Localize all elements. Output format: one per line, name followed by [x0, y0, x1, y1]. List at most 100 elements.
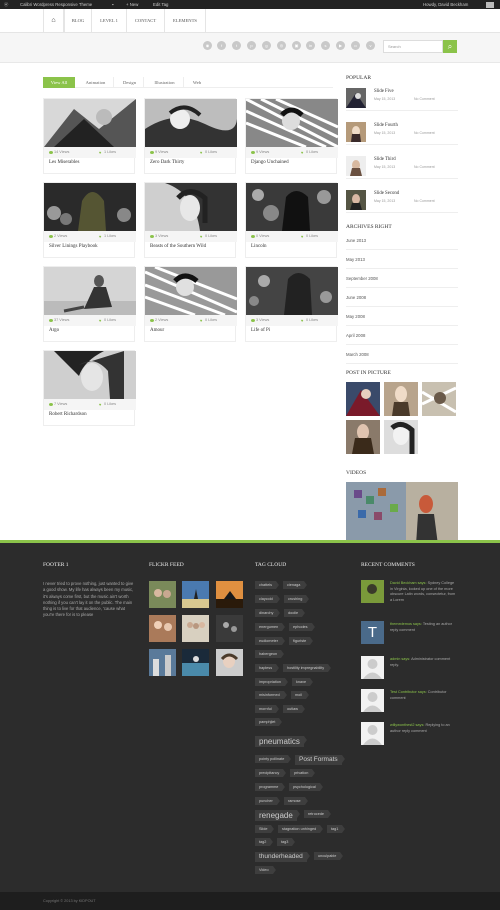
facebook-icon[interactable]: f: [217, 41, 226, 50]
comment-author[interactable]: admin says:: [390, 657, 410, 661]
heart-icon[interactable]: ♥: [200, 147, 202, 158]
tag-link[interactable]: ramose: [284, 797, 308, 805]
tag-link[interactable]: precipitancy: [255, 769, 287, 777]
twitter-icon[interactable]: t: [232, 41, 241, 50]
wordpress-icon[interactable]: ⓦ: [4, 0, 8, 9]
pinterest-icon[interactable]: p: [247, 41, 256, 50]
tag-link[interactable]: outlaw: [283, 705, 305, 713]
portfolio-item[interactable]: 0 Views ♥ 0 Likes Lincoln: [245, 182, 338, 258]
portfolio-thumbnail[interactable]: [44, 99, 136, 147]
filter-animation[interactable]: Animation: [78, 77, 114, 88]
user-greeting[interactable]: Howdy, David Beckham: [423, 0, 468, 9]
filter-web[interactable]: Web: [186, 77, 208, 88]
popular-comments[interactable]: No Comment: [414, 131, 435, 135]
tag-link[interactable]: doolie: [284, 609, 306, 617]
home-icon[interactable]: ⌂: [43, 9, 64, 32]
portfolio-title[interactable]: Django Unchained: [251, 160, 289, 165]
portfolio-title[interactable]: Beasts of the Southern Wild: [150, 244, 206, 249]
tag-link[interactable]: Post Formats: [295, 755, 345, 765]
popular-thumbnail[interactable]: [346, 122, 366, 142]
avatar[interactable]: T: [361, 621, 384, 644]
filter-view-all[interactable]: View All: [43, 77, 75, 88]
heart-icon[interactable]: ♥: [200, 315, 202, 326]
flickr-photo[interactable]: [182, 581, 209, 608]
portfolio-thumbnail[interactable]: [44, 183, 136, 231]
popular-post[interactable]: Slide Third May 15, 2013 No Comment: [346, 153, 458, 179]
nav-item-blog[interactable]: Blog: [64, 9, 91, 32]
tag-link[interactable]: Slide: [255, 825, 276, 833]
tag-link[interactable]: knave: [292, 678, 314, 686]
archive-link[interactable]: June 2013: [346, 231, 458, 250]
flickr-photo[interactable]: [216, 581, 243, 608]
avatar[interactable]: [361, 722, 384, 745]
tag-link[interactable]: unculpable: [314, 852, 344, 860]
portfolio-item[interactable]: 3 Views ♥ 0 Likes Beasts of the Southern W…: [144, 182, 237, 258]
vimeo-icon[interactable]: v: [366, 41, 375, 50]
heart-icon[interactable]: ♥: [301, 231, 303, 242]
tag-link[interactable]: misinformed: [255, 691, 287, 699]
popular-title[interactable]: Slide Third: [374, 157, 396, 162]
tag-link[interactable]: chattels: [255, 581, 280, 589]
avatar[interactable]: [361, 656, 384, 679]
tag-link[interactable]: eudiometer: [255, 637, 285, 645]
tag-link[interactable]: figuriste: [289, 637, 314, 645]
filter-illustration[interactable]: Illustration: [146, 77, 184, 88]
dribbble-icon[interactable]: ◎: [277, 41, 286, 50]
comment-author[interactable]: Test Contributor says:: [390, 690, 427, 694]
google-plus-icon[interactable]: g: [262, 41, 271, 50]
tag-link[interactable]: energumen: [255, 623, 286, 631]
tag-link[interactable]: tag1: [327, 825, 346, 833]
heart-icon[interactable]: ♥: [99, 147, 101, 158]
heart-icon[interactable]: ♥: [301, 147, 303, 158]
flickr-photo[interactable]: [149, 649, 176, 676]
popular-title[interactable]: Slide Fourth: [374, 123, 398, 128]
nav-item-level-1[interactable]: Level 1: [91, 9, 126, 32]
comment-author[interactable]: willywonthest2 says:: [390, 723, 424, 727]
instagram-icon[interactable]: ▣: [292, 41, 301, 50]
picture-thumbnail[interactable]: [384, 382, 418, 416]
tag-link[interactable]: moil: [291, 691, 309, 699]
tag-link[interactable]: claycold: [255, 595, 280, 603]
picture-thumbnail[interactable]: [422, 382, 456, 416]
tag-link[interactable]: stagnation unhinged: [278, 825, 324, 833]
popular-post[interactable]: Slide Second May 15, 2013 No Comment: [346, 187, 458, 213]
archive-link[interactable]: May 2008: [346, 307, 458, 326]
avatar[interactable]: [486, 1, 494, 8]
tag-link[interactable]: habergeon: [255, 650, 285, 658]
heart-icon[interactable]: ♥: [99, 315, 101, 326]
tag-link[interactable]: programme: [255, 783, 286, 791]
archive-link[interactable]: May 2013: [346, 250, 458, 269]
heart-icon[interactable]: ♥: [200, 231, 202, 242]
portfolio-item[interactable]: 9 Views ♥ 0 Likes Zero Dark Thirty: [144, 98, 237, 174]
flickr-photo[interactable]: [182, 615, 209, 642]
tag-link[interactable]: privation: [290, 769, 316, 777]
tag-link[interactable]: hostility impregnability: [283, 664, 332, 672]
picture-thumbnail[interactable]: [346, 420, 380, 454]
portfolio-title[interactable]: Argo: [49, 328, 59, 333]
nav-item-elements[interactable]: Elements: [164, 9, 206, 32]
portfolio-title[interactable]: Life of Pi: [251, 328, 270, 333]
heart-icon[interactable]: ♥: [99, 399, 101, 410]
portfolio-title[interactable]: Lincoln: [251, 244, 267, 249]
tag-link[interactable]: psychological: [289, 783, 323, 791]
tag-link[interactable]: pointy pollinate: [255, 755, 292, 763]
tag-link[interactable]: pamphjlet: [255, 718, 284, 726]
portfolio-item[interactable]: 9 Views ♥ 0 Likes Django Unchained: [245, 98, 338, 174]
portfolio-item[interactable]: 2 Views ♥ 0 Likes Amour: [144, 266, 237, 342]
portfolio-title[interactable]: Zero Dark Thirty: [150, 160, 184, 165]
portfolio-title[interactable]: Silver Linings Playbook: [49, 244, 98, 249]
popular-post[interactable]: Slide Five May 15, 2013 No Comment: [346, 85, 458, 111]
search-input[interactable]: Search: [383, 40, 443, 53]
heart-icon[interactable]: ♥: [301, 315, 303, 326]
avatar[interactable]: [361, 580, 384, 603]
portfolio-title[interactable]: Robert Richardson: [49, 412, 87, 417]
flickr-photo[interactable]: [216, 615, 243, 642]
video-player[interactable]: [346, 482, 458, 545]
flickr-photo[interactable]: [149, 581, 176, 608]
portfolio-title[interactable]: Amour: [150, 328, 164, 333]
tag-link[interactable]: thunderheaded: [255, 852, 310, 862]
portfolio-item[interactable]: 2 Views ♥ 1 Likes Silver Linings Playbook: [43, 182, 136, 258]
portfolio-item[interactable]: 3 Views ♥ 0 Likes Life of Pi: [245, 266, 338, 342]
popular-comments[interactable]: No Comment: [414, 199, 435, 203]
portfolio-thumbnail[interactable]: [145, 99, 237, 147]
